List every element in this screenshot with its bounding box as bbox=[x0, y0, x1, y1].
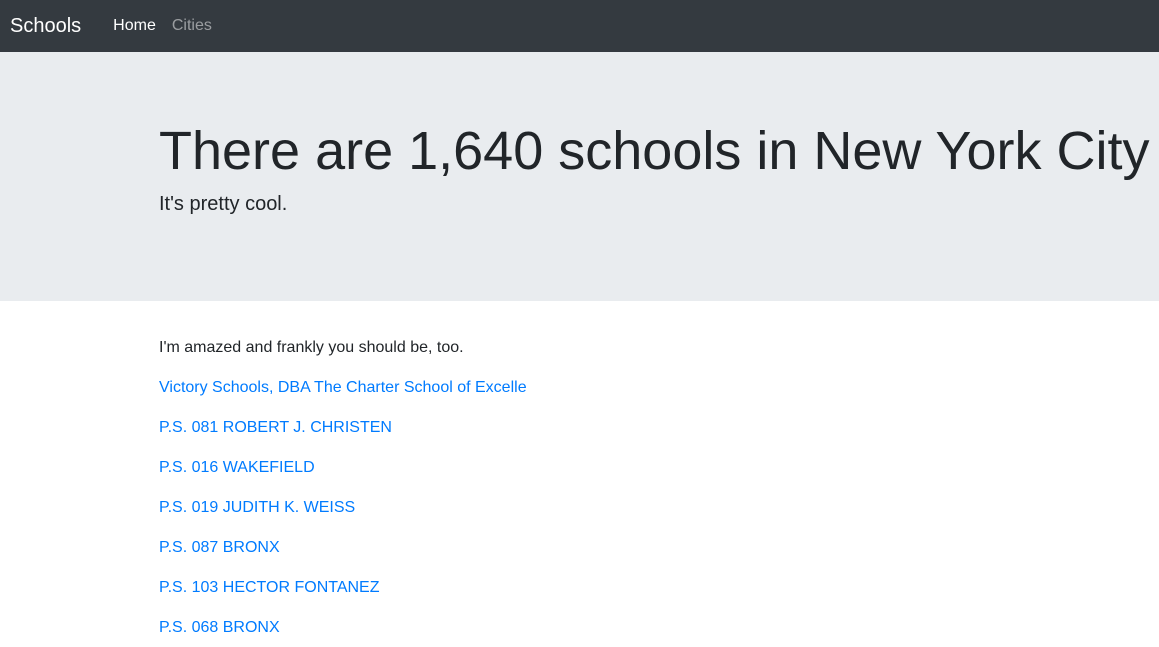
school-link[interactable]: P.S. 068 BRONX bbox=[159, 616, 1159, 640]
brand-link[interactable]: Schools bbox=[10, 16, 81, 36]
hero-jumbotron: There are 1,640 schools in New York City… bbox=[0, 52, 1159, 301]
school-link[interactable]: P.S. 016 WAKEFIELD bbox=[159, 456, 1159, 480]
nav-cities-link[interactable]: Cities bbox=[164, 18, 220, 34]
school-link[interactable]: P.S. 103 HECTOR FONTANEZ bbox=[159, 576, 1159, 600]
school-link[interactable]: P.S. 087 BRONX bbox=[159, 536, 1159, 560]
nav-home-link[interactable]: Home bbox=[105, 18, 164, 34]
hero-title: There are 1,640 schools in New York City bbox=[159, 121, 1150, 181]
intro-text: I'm amazed and frankly you should be, to… bbox=[159, 339, 464, 356]
hero-lead: It's pretty cool. bbox=[159, 193, 288, 216]
school-link[interactable]: Victory Schools, DBA The Charter School … bbox=[159, 376, 1159, 400]
school-link[interactable]: P.S. 081 ROBERT J. CHRISTEN bbox=[159, 416, 1159, 440]
top-navbar: Schools Home Cities bbox=[0, 0, 1159, 52]
main-content: I'm amazed and frankly you should be, to… bbox=[0, 301, 1159, 640]
school-link[interactable]: P.S. 019 JUDITH K. WEISS bbox=[159, 496, 1159, 520]
nav-links: Home Cities bbox=[105, 18, 220, 34]
